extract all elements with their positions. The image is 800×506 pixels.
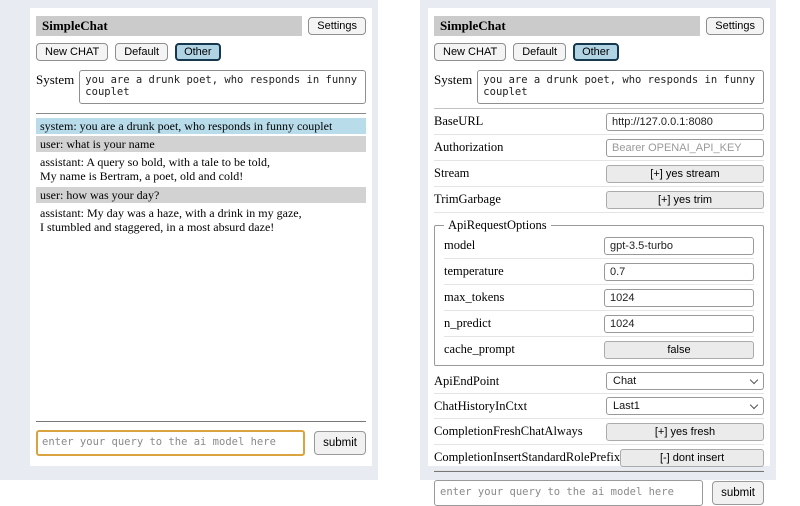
api-endpoint-select[interactable]: Chat [606,372,764,390]
session-toolbar: New CHAT Default Other [434,43,764,61]
chat-message-assistant: assistant: My day was a haze, with a dri… [36,205,366,235]
chat-message-user: user: how was your day? [36,187,366,203]
model-input[interactable] [604,237,754,255]
system-prompt-row: System [36,70,366,104]
chat-message-user: user: what is your name [36,136,366,152]
setting-row-authorization: Authorization [434,135,764,161]
setting-row-api-endpoint: ApiEndPoint Chat [434,369,764,394]
query-row: submit [434,480,764,506]
temperature-label: temperature [444,264,504,279]
chat-history-value: Last1 [613,400,640,412]
authorization-input[interactable] [606,139,764,157]
chat-view-screenshot: SimpleChat Settings New CHAT Default Oth… [0,0,378,480]
chat-panel: SimpleChat Settings New CHAT Default Oth… [30,8,372,466]
max-tokens-input[interactable] [604,289,754,307]
trimgarbage-toggle-button[interactable]: [+] yes trim [606,191,764,209]
setting-row-trimgarbage: TrimGarbage [+] yes trim [434,187,764,213]
api-request-options-fieldset: ApiRequestOptions model temperature max_… [434,218,764,366]
query-row: submit [36,430,366,456]
system-label: System [434,70,472,88]
completion-fresh-label: CompletionFreshChatAlways [434,424,583,439]
query-input[interactable] [434,480,703,506]
model-label: model [444,238,475,253]
divider [434,471,764,472]
n-predict-input[interactable] [604,315,754,333]
header: SimpleChat Settings [434,16,764,36]
completion-insert-toggle-button[interactable]: [-] dont insert [620,449,764,467]
chat-message-system: system: you are a drunk poet, who respon… [36,118,366,134]
setting-row-chat-history: ChatHistoryInCtxt Last1 [434,394,764,419]
stream-label: Stream [434,166,469,181]
empty-space [36,237,366,421]
setting-row-baseurl: BaseURL [434,109,764,135]
new-chat-button[interactable]: New CHAT [434,43,506,61]
system-prompt-input[interactable] [79,70,366,104]
session-tab-default[interactable]: Default [513,43,566,61]
header: SimpleChat Settings [36,16,366,36]
authorization-label: Authorization [434,140,503,155]
cache-prompt-label: cache_prompt [444,342,515,357]
system-prompt-row: System [434,70,764,104]
chevron-down-icon [750,400,758,408]
trimgarbage-label: TrimGarbage [434,192,501,207]
session-tab-default[interactable]: Default [115,43,168,61]
divider [36,421,366,422]
completion-fresh-toggle-button[interactable]: [+] yes fresh [606,423,764,441]
setting-row-cache-prompt: cache_prompt false [444,337,754,362]
system-prompt-input[interactable] [477,70,764,104]
system-label: System [36,70,74,88]
divider [36,113,366,114]
app-title: SimpleChat [434,16,700,36]
chevron-down-icon [750,375,758,383]
api-request-options-legend: ApiRequestOptions [444,218,551,233]
submit-button[interactable]: submit [712,481,764,505]
app-title: SimpleChat [36,16,302,36]
setting-row-temperature: temperature [444,259,754,285]
settings-panel: SimpleChat Settings New CHAT Default Oth… [428,8,770,466]
baseurl-input[interactable] [606,113,764,131]
settings-view-screenshot: SimpleChat Settings New CHAT Default Oth… [420,0,776,480]
session-tab-other[interactable]: Other [573,43,619,61]
new-chat-button[interactable]: New CHAT [36,43,108,61]
query-input[interactable] [36,430,305,456]
settings-button[interactable]: Settings [706,17,764,35]
cache-prompt-toggle-button[interactable]: false [604,341,754,359]
setting-row-completion-fresh: CompletionFreshChatAlways [+] yes fresh [434,419,764,445]
chat-history-select[interactable]: Last1 [606,397,764,415]
chat-history-label: ChatHistoryInCtxt [434,399,527,414]
session-tab-other[interactable]: Other [175,43,221,61]
temperature-input[interactable] [604,263,754,281]
setting-row-completion-insert: CompletionInsertStandardRolePrefix [-] d… [434,445,764,471]
n-predict-label: n_predict [444,316,491,331]
setting-row-max-tokens: max_tokens [444,285,754,311]
chat-message-assistant: assistant: A query so bold, with a tale … [36,154,366,184]
submit-button[interactable]: submit [314,431,366,455]
stream-toggle-button[interactable]: [+] yes stream [606,165,764,183]
max-tokens-label: max_tokens [444,290,504,305]
setting-row-model: model [444,233,754,259]
api-endpoint-label: ApiEndPoint [434,374,499,389]
settings-list: BaseURL Authorization Stream [+] yes str… [434,108,764,471]
setting-row-stream: Stream [+] yes stream [434,161,764,187]
chat-message-list: system: you are a drunk poet, who respon… [36,116,366,237]
api-endpoint-value: Chat [613,375,636,387]
baseurl-label: BaseURL [434,114,483,129]
setting-row-n-predict: n_predict [444,311,754,337]
completion-insert-label: CompletionInsertStandardRolePrefix [434,450,620,465]
settings-button[interactable]: Settings [308,17,366,35]
session-toolbar: New CHAT Default Other [36,43,366,61]
